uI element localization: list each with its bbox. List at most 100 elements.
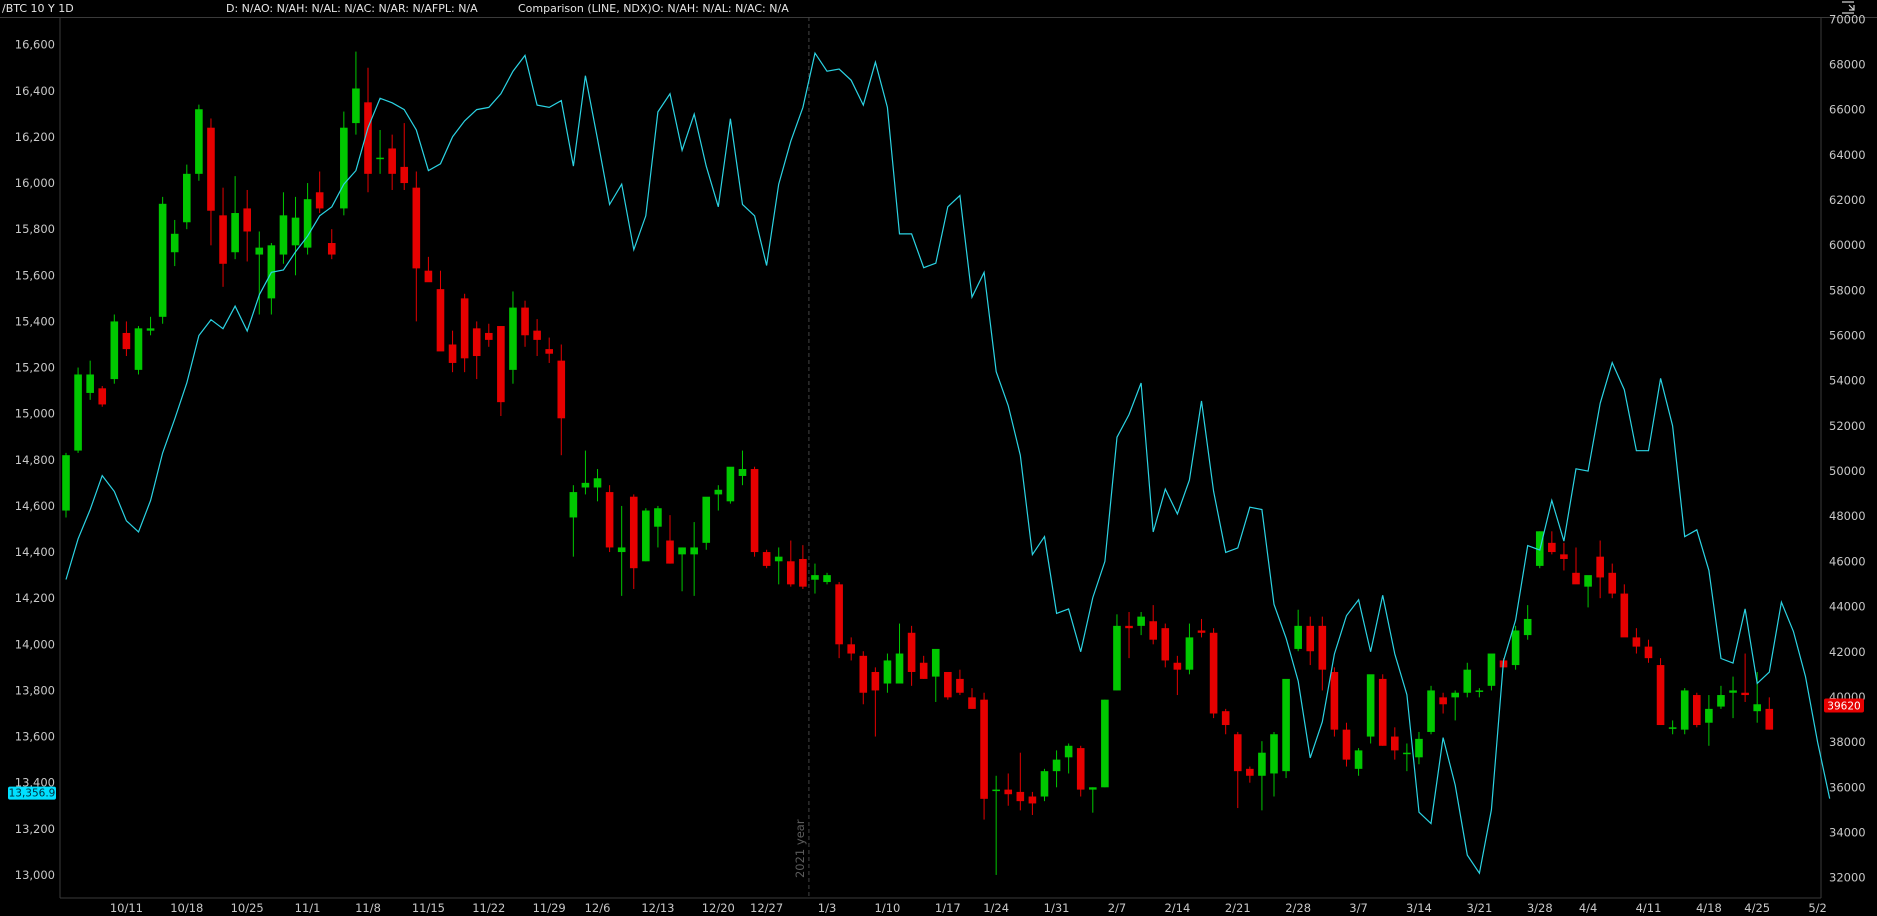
- right-price-axis: 70000 68000 66000 64000 62000 60000 58000 56000…: [1829, 12, 1866, 884]
- right-tick-label: 44000: [1829, 600, 1866, 614]
- right-tick-label: 48000: [1829, 509, 1866, 523]
- candle-body: [134, 328, 143, 370]
- candle-body: [1717, 695, 1725, 707]
- date-tick-label: 10/25: [231, 901, 264, 915]
- candle-body: [1705, 708, 1713, 723]
- right-tick-label: 66000: [1829, 103, 1866, 117]
- left-tick-label: 13,800: [15, 683, 55, 697]
- candle-body: [352, 88, 360, 124]
- candle-body: [1403, 752, 1411, 755]
- candle-body: [1173, 662, 1182, 670]
- right-tick-label: 38000: [1829, 735, 1866, 749]
- candle-body: [291, 217, 300, 246]
- candle-body: [883, 660, 892, 684]
- candle-body: [678, 547, 686, 555]
- date-tick-label: 2/14: [1164, 901, 1190, 915]
- candle-body: [170, 233, 179, 253]
- candle-body: [629, 496, 638, 569]
- candle-body: [1137, 616, 1145, 626]
- candle-body: [1463, 669, 1472, 693]
- date-tick-label: 10/11: [110, 901, 143, 915]
- left-tick-label: 16,400: [15, 84, 55, 98]
- right-badge-value: 39620: [1827, 701, 1860, 713]
- candle-body: [1632, 637, 1641, 647]
- candle-body: [1318, 625, 1327, 670]
- date-axis: 10/11 10/18 10/25 11/1 11/8 11/15 11/22 11/29 12…: [110, 901, 1827, 915]
- candle-body: [1221, 711, 1230, 726]
- candle-body: [1572, 572, 1580, 585]
- candle-body: [642, 510, 650, 562]
- right-tick-label: 64000: [1829, 148, 1866, 162]
- left-tick-label: 14,600: [15, 499, 55, 513]
- right-tick-label: 68000: [1829, 57, 1866, 71]
- candle-body: [1028, 796, 1037, 804]
- candle-body: [1294, 625, 1302, 649]
- candle-body: [1439, 697, 1447, 705]
- candle-body: [1584, 575, 1592, 587]
- candle-body: [243, 208, 251, 232]
- candle-body: [714, 489, 723, 495]
- candle-body: [1125, 625, 1133, 629]
- date-tick-label: 12/27: [750, 901, 783, 915]
- candle-body: [183, 173, 191, 223]
- candle-body: [823, 575, 831, 583]
- ndx-comparison-line: [65, 51, 1831, 875]
- candle-body: [1185, 637, 1194, 670]
- right-tick-label: 52000: [1829, 419, 1866, 433]
- candle-body: [158, 203, 167, 317]
- candle-body: [931, 648, 940, 677]
- candle-body: [1270, 734, 1278, 774]
- year-divider: 2021 year: [793, 17, 810, 898]
- candle-body: [485, 332, 493, 340]
- candle-body: [1511, 630, 1520, 666]
- left-tick-label: 15,600: [15, 268, 55, 282]
- candle-body: [472, 328, 481, 357]
- date-tick-label: 4/18: [1696, 901, 1722, 915]
- left-price-axis: 16,600 16,400 16,200 16,000 15,800 15,600 15,4…: [15, 38, 55, 882]
- candle-body: [605, 492, 614, 548]
- candle-body: [509, 307, 517, 370]
- candle-body: [412, 187, 421, 269]
- date-tick-label: 4/4: [1579, 901, 1598, 915]
- candle-body: [1209, 632, 1218, 714]
- candle-body: [1016, 791, 1025, 802]
- candle-body: [400, 166, 409, 184]
- date-tick-label: 11/29: [533, 901, 566, 915]
- candle-body: [255, 247, 264, 255]
- candlestick-series: [62, 51, 1774, 875]
- date-tick-label: 11/8: [355, 901, 381, 915]
- candle-body: [460, 298, 469, 359]
- left-tick-label: 14,800: [15, 453, 55, 467]
- candle-body: [122, 332, 131, 350]
- candle-body: [533, 330, 541, 340]
- date-tick-label: 4/11: [1636, 901, 1662, 915]
- candle-body: [1656, 665, 1665, 726]
- candle-body: [654, 508, 662, 527]
- candle-body: [1366, 674, 1375, 737]
- candle-body: [1668, 727, 1677, 729]
- candle-body: [1608, 572, 1617, 594]
- price-chart[interactable]: 16,600 16,400 16,200 16,000 15,800 15,600 15,4…: [0, 0, 1877, 916]
- left-tick-label: 15,400: [15, 314, 55, 328]
- date-tick-label: 5/2: [1808, 901, 1827, 915]
- candle-body: [1644, 646, 1653, 659]
- candle-body: [980, 699, 988, 799]
- date-tick-label: 4/25: [1744, 901, 1770, 915]
- candle-body: [811, 575, 819, 580]
- right-tick-label: 62000: [1829, 193, 1866, 207]
- candle-body: [1161, 628, 1170, 661]
- candle-body: [1113, 625, 1121, 691]
- right-tick-label: 60000: [1829, 238, 1866, 252]
- candle-body: [1427, 690, 1435, 732]
- candle-body: [1378, 678, 1387, 746]
- candle-body: [907, 632, 916, 672]
- candle-body: [690, 547, 698, 555]
- right-tick-label: 46000: [1829, 554, 1866, 568]
- left-tick-label: 14,200: [15, 591, 55, 605]
- right-tick-label: 58000: [1829, 283, 1866, 297]
- candle-body: [424, 270, 433, 283]
- left-tick-label: 15,200: [15, 361, 55, 375]
- right-tick-label: 54000: [1829, 374, 1866, 388]
- candle-body: [219, 215, 227, 264]
- left-tick-label: 13,600: [15, 730, 55, 744]
